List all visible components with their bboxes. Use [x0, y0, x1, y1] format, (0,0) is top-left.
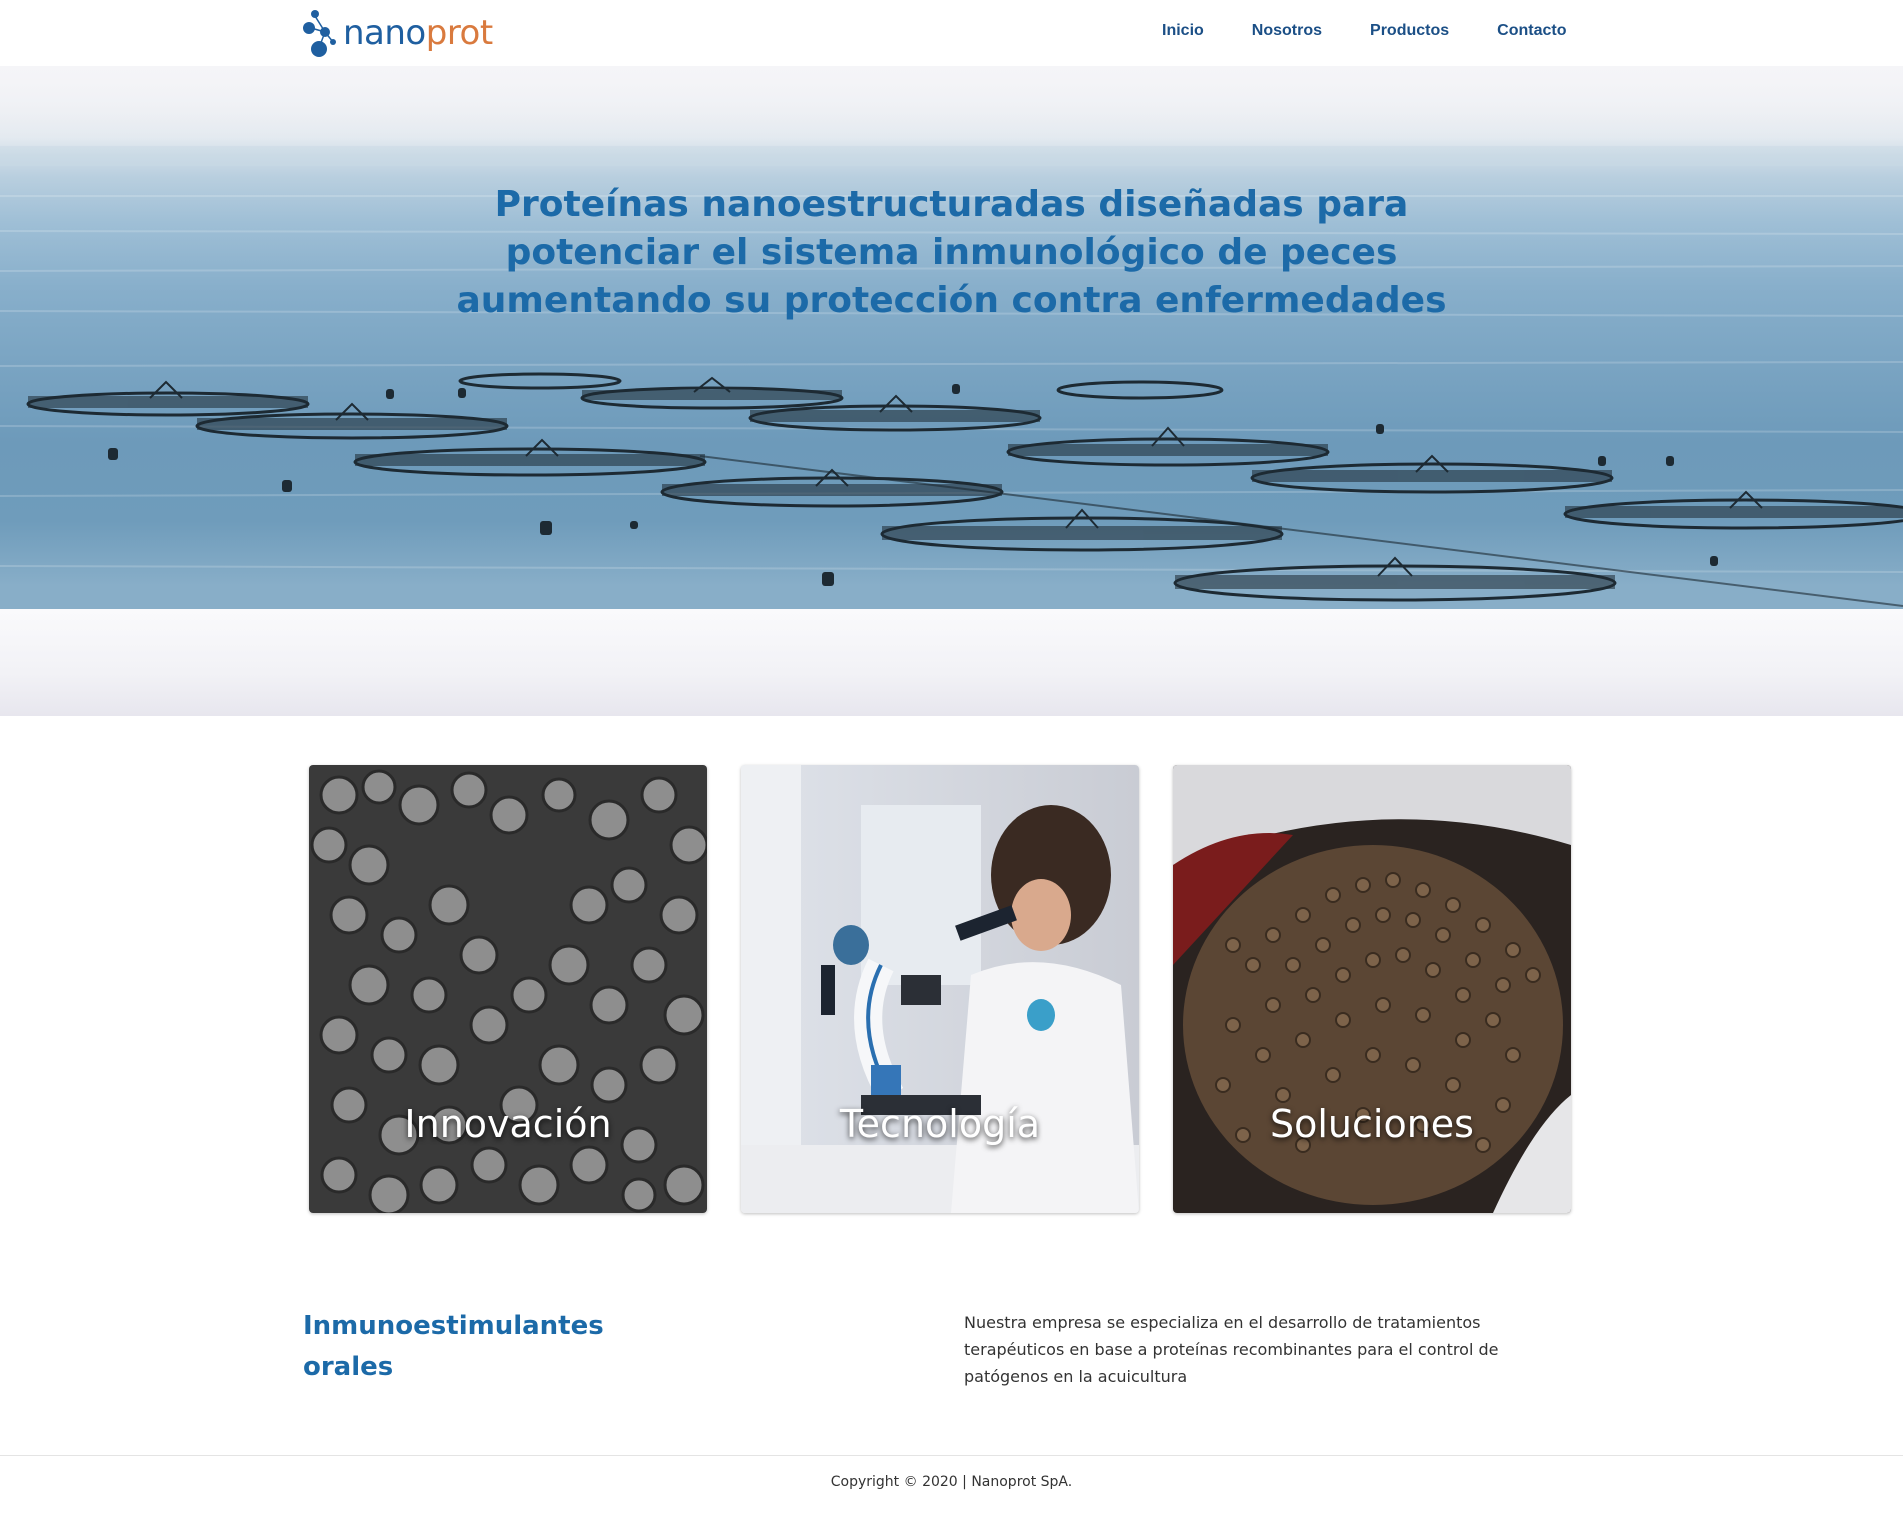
hero-haze — [0, 66, 1903, 156]
card-title: Innovación — [404, 1102, 612, 1146]
nav-item-contacto[interactable]: Contacto — [1497, 22, 1566, 40]
brand-name-part2: prot — [425, 13, 493, 53]
card-innovacion[interactable]: Innovación — [309, 765, 707, 1213]
nav-item-nosotros[interactable]: Nosotros — [1252, 22, 1322, 40]
brand-name: nanoprot — [343, 16, 493, 50]
card-title: Tecnología — [839, 1102, 1041, 1146]
site-header: nanoprot Inicio Nosotros Productos Conta… — [0, 0, 1903, 66]
card-soluciones[interactable]: Soluciones — [1173, 765, 1571, 1213]
footer-copyright: Copyright © 2020 | Nanoprot SpA. — [830, 1474, 1073, 1490]
card-tecnologia[interactable]: Tecnología — [741, 765, 1139, 1213]
main-nav: Inicio Nosotros Productos Contacto — [1162, 22, 1566, 40]
hero-bottom-band — [0, 609, 1903, 716]
nav-item-inicio[interactable]: Inicio — [1162, 22, 1204, 40]
card-title: Soluciones — [1270, 1102, 1474, 1146]
feature-cards: Innovación Tecnología Soluciones — [309, 765, 1572, 1213]
hero-title: Proteínas nanoestructuradas diseñadas pa… — [456, 184, 1447, 321]
section-heading: Inmunoestimulantes orales — [303, 1311, 604, 1382]
brand-name-part1: nano — [343, 13, 426, 53]
section-description: Nuestra empresa se especializa en el des… — [964, 1313, 1499, 1386]
footer-divider — [0, 1455, 1903, 1456]
hero-section: Proteínas nanoestructuradas diseñadas pa… — [0, 66, 1903, 716]
logo[interactable]: nanoprot — [303, 8, 493, 58]
nav-item-productos[interactable]: Productos — [1370, 22, 1449, 40]
molecule-icon — [303, 10, 336, 57]
